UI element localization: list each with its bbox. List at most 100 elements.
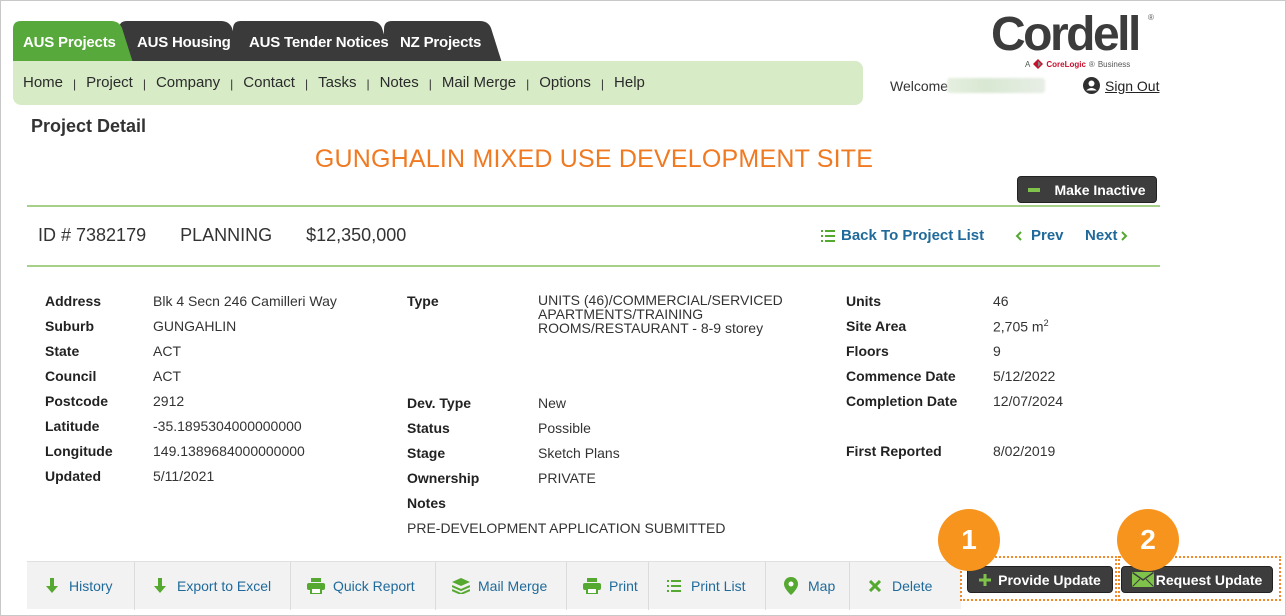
value-updated: 5/11/2021 (153, 468, 215, 484)
make-inactive-button[interactable]: Make Inactive (1017, 176, 1157, 203)
nav-separator: | (304, 76, 309, 91)
chevron-right-icon (1120, 230, 1127, 241)
delete-button[interactable]: Delete (850, 562, 961, 610)
envelope-icon (1131, 572, 1154, 587)
label-completion-date: Completion Date (846, 393, 958, 409)
main-nav-bar: Home | Project | Company | Contact | Tas… (13, 61, 863, 105)
label-status: Status (407, 420, 450, 436)
print-button[interactable]: Print (567, 562, 649, 610)
tab-aus-tender-notices[interactable]: AUS Tender Notices (233, 21, 393, 63)
nav-project[interactable]: Project (86, 74, 133, 91)
nav-home[interactable]: Home (23, 74, 63, 91)
nav-mail-merge[interactable]: Mail Merge (442, 74, 516, 91)
value-latitude: -35.1895304000000000 (153, 418, 302, 434)
arrow-down-icon (151, 577, 169, 595)
welcome-text: Welcome (890, 78, 949, 94)
label-floors: Floors (846, 343, 889, 359)
list-icon (665, 577, 683, 595)
value-postcode: 2912 (153, 393, 185, 409)
value-address: Blk 4 Secn 246 Camilleri Way (153, 293, 337, 309)
provide-update-button[interactable]: Provide Update (967, 566, 1113, 593)
label-longitude: Longitude (45, 443, 113, 459)
label-notes: Notes (407, 495, 446, 511)
nav-options[interactable]: Options (539, 74, 591, 91)
cordell-logo: Cordell ® A CoreLogic ® Business (991, 7, 1161, 77)
nav-notes[interactable]: Notes (380, 74, 419, 91)
value-council: ACT (153, 368, 181, 384)
value-completion-date: 12/07/2024 (993, 393, 1064, 409)
plus-icon (979, 573, 992, 586)
divider (27, 205, 1160, 207)
logo-registered: ® (1148, 13, 1154, 22)
label-latitude: Latitude (45, 418, 100, 434)
print-list-button[interactable]: Print List (649, 562, 766, 610)
back-to-project-list-link[interactable]: Back To Project List (821, 227, 984, 244)
callout-badge-2: 2 (1117, 509, 1179, 571)
nav-tasks[interactable]: Tasks (318, 74, 356, 91)
history-label: History (69, 578, 113, 594)
page-title: Project Detail (31, 116, 147, 136)
label-address: Address (45, 293, 102, 309)
callout-badge-1: 1 (938, 509, 1000, 571)
quick-report-button[interactable]: Quick Report (291, 562, 436, 610)
nav-separator: | (230, 76, 234, 91)
label-dev-type: Dev. Type (407, 395, 472, 411)
value-first-reported: 8/02/2019 (993, 443, 1056, 459)
logo-sub-prefix: A (1025, 59, 1031, 69)
mail-merge-button[interactable]: Mail Merge (436, 562, 567, 610)
app-window: NZ Projects AUS Tender Notices AUS Housi… (0, 0, 1286, 616)
user-icon (1083, 77, 1100, 94)
value-ownership: PRIVATE (538, 470, 596, 486)
printer-icon (307, 577, 325, 595)
request-update-label: Request Update (1155, 571, 1263, 588)
value-commence-date: 5/12/2022 (993, 368, 1056, 384)
prev-label: Prev (1031, 227, 1064, 244)
print-label: Print (609, 578, 638, 594)
value-type-line-1: UNITS (46)/COMMERCIAL/SERVICED (538, 292, 783, 308)
mail-merge-label: Mail Merge (478, 578, 548, 594)
value-suburb: GUNGAHLIN (153, 318, 237, 334)
logo-sub-reg: ® (1088, 59, 1095, 69)
label-site-area: Site Area (846, 318, 907, 334)
next-link[interactable]: Next (1085, 227, 1128, 244)
export-to-excel-button[interactable]: Export to Excel (135, 562, 291, 610)
value-longitude: 149.1389684000000000 (153, 443, 305, 459)
nav-company[interactable]: Company (156, 74, 220, 91)
label-commence-date: Commence Date (846, 368, 956, 384)
tab-nz-projects[interactable]: NZ Projects (384, 21, 502, 63)
blurred-username (947, 78, 1045, 93)
value-dev-type: New (538, 395, 567, 411)
delete-label: Delete (892, 578, 933, 594)
minus-icon (1028, 187, 1041, 192)
history-button[interactable]: History (27, 562, 135, 610)
label-suburb: Suburb (45, 318, 94, 334)
label-first-reported: First Reported (846, 443, 942, 459)
label-type: Type (407, 293, 439, 309)
corelogic-mark-icon (1033, 59, 1044, 69)
label-council: Council (45, 368, 97, 384)
nav-separator: | (600, 76, 605, 91)
nav-help[interactable]: Help (614, 74, 645, 91)
nav-separator: | (526, 76, 530, 91)
value-floors: 9 (993, 343, 1001, 359)
nav-separator: | (142, 76, 146, 91)
tab-aus-housing[interactable]: AUS Housing (119, 21, 243, 63)
label-ownership: Ownership (407, 470, 480, 486)
map-button[interactable]: Map (766, 562, 850, 610)
sign-out-link[interactable]: Sign Out (1105, 78, 1159, 94)
next-label: Next (1085, 227, 1118, 244)
nav-separator: | (73, 76, 77, 91)
map-pin-icon (782, 577, 800, 595)
project-stage: PLANNING (180, 225, 273, 245)
value-notes: PRE-DEVELOPMENT APPLICATION SUBMITTED (407, 520, 726, 536)
list-icon (821, 229, 835, 242)
close-icon (866, 577, 884, 595)
logo-sub-suffix: Business (1097, 59, 1131, 69)
label-state: State (45, 343, 80, 359)
nav-contact[interactable]: Contact (243, 74, 295, 91)
prev-link[interactable]: Prev (1015, 227, 1064, 244)
sign-out[interactable]: Sign Out (1083, 77, 1159, 94)
logo-sub-brand: CoreLogic (1046, 59, 1086, 69)
tab-aus-projects[interactable]: AUS Projects (13, 21, 133, 63)
back-to-project-list-label: Back To Project List (841, 227, 985, 244)
